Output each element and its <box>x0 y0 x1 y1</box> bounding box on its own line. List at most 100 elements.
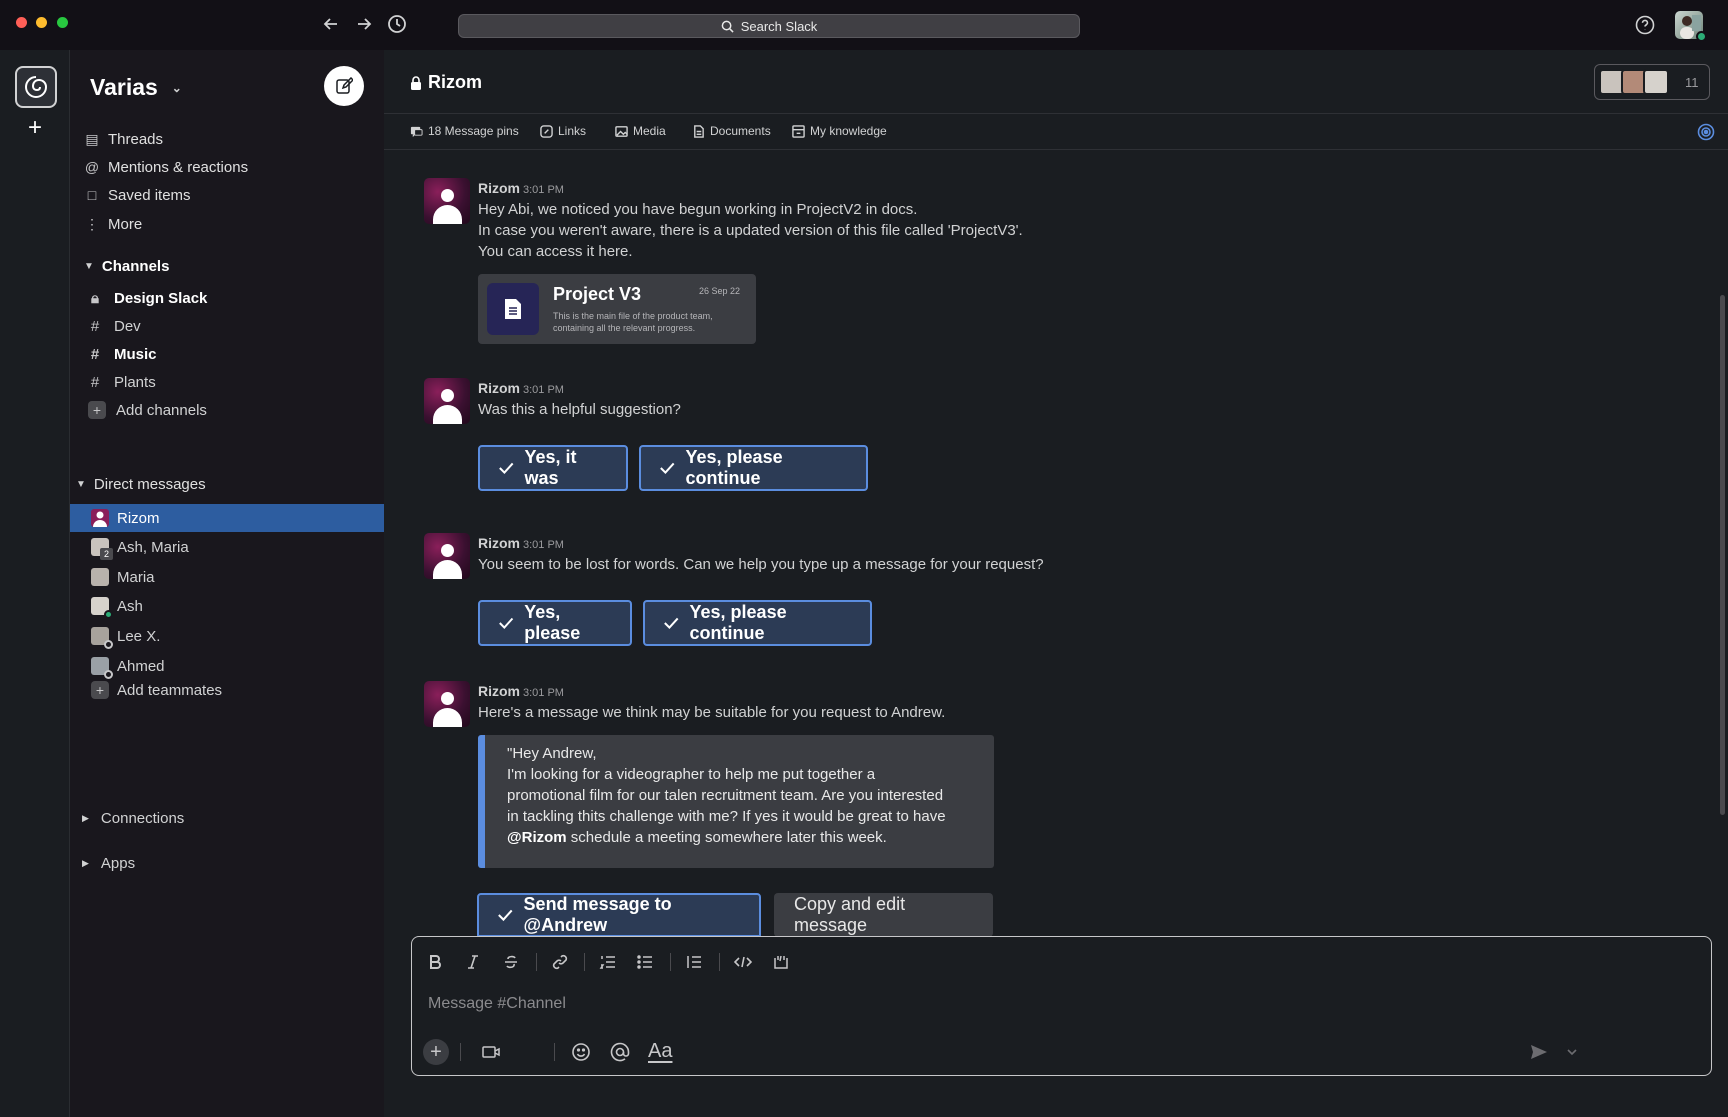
channels-section-toggle[interactable]: ▼ Channels <box>84 258 169 275</box>
tab-documents[interactable]: Documents <box>692 124 771 138</box>
chevron-down-icon: ⌄ <box>171 80 182 95</box>
scrollbar[interactable] <box>1720 295 1725 815</box>
dm-section-toggle[interactable]: ▼ Direct messages <box>76 476 206 493</box>
dm-item-lee[interactable]: Lee X. <box>70 622 384 650</box>
tab-my-knowledge[interactable]: My knowledge <box>792 124 887 138</box>
message-input[interactable]: Message #Channel <box>428 995 566 1013</box>
message-timestamp[interactable]: 3:01 PM <box>523 184 564 196</box>
suggested-message-quote: "Hey Andrew, I'm looking for a videograp… <box>478 735 994 868</box>
dm-name: Ash, Maria <box>117 538 189 556</box>
workspace-rail: + <box>0 50 70 1117</box>
workspace-switcher-icon[interactable] <box>15 66 57 108</box>
maximize-window-button[interactable] <box>57 17 68 28</box>
sidebar-item-label: Threads <box>108 130 164 148</box>
tab-links[interactable]: Links <box>540 124 586 138</box>
dm-item-maria[interactable]: Maria <box>70 563 384 591</box>
sidebar-item-dev[interactable]: # Dev <box>88 314 141 338</box>
message-author[interactable]: Rizom <box>478 535 520 551</box>
quote-text: "Hey Andrew, I'm looking for a videograp… <box>507 743 946 848</box>
checkmark-icon <box>660 462 675 475</box>
search-bar[interactable]: Search Slack <box>458 14 1080 38</box>
channel-view: Rizom 11 18 Message pins Links Media Doc… <box>384 50 1728 1117</box>
add-channels-button[interactable]: + Add channels <box>88 398 207 422</box>
video-clip-icon[interactable] <box>480 1041 502 1063</box>
strikethrough-icon[interactable] <box>500 951 522 973</box>
caret-down-icon: ▼ <box>84 261 94 272</box>
members-button[interactable]: 11 <box>1594 64 1710 100</box>
emoji-icon[interactable] <box>570 1041 592 1063</box>
sidebar-item-plants[interactable]: # Plants <box>88 370 156 394</box>
file-attachment-card[interactable]: Project V3 26 Sep 22 This is the main fi… <box>478 274 756 344</box>
toolbar-divider <box>460 1043 461 1061</box>
button-label: Yes, please continue <box>685 447 783 488</box>
minimize-window-button[interactable] <box>36 17 47 28</box>
code-icon[interactable] <box>732 951 754 973</box>
message-text: You seem to be lost for words. Can we he… <box>478 556 1044 573</box>
dm-item-ash[interactable]: Ash <box>70 592 384 620</box>
add-attachment-button[interactable]: + <box>423 1039 449 1065</box>
sidebar-item-more[interactable]: ⋮ More <box>84 211 142 237</box>
channel-header: Rizom 11 <box>384 50 1728 114</box>
message-timestamp[interactable]: 3:01 PM <box>523 384 564 396</box>
avatar <box>91 627 113 649</box>
tab-message-pins[interactable]: 18 Message pins <box>410 124 519 138</box>
forward-arrow-icon[interactable] <box>353 13 375 35</box>
avatar <box>91 509 109 527</box>
italic-icon[interactable] <box>462 951 484 973</box>
copy-edit-message-button[interactable]: Copy and edit message <box>774 893 993 937</box>
message-author[interactable]: Rizom <box>478 180 520 196</box>
plus-icon: + <box>91 681 109 699</box>
sidebar-item-mentions[interactable]: @ Mentions & reactions <box>84 154 248 180</box>
close-window-button[interactable] <box>16 17 27 28</box>
message-author[interactable]: Rizom <box>478 683 520 699</box>
bulleted-list-icon[interactable] <box>634 951 656 973</box>
channel-title-button[interactable]: Rizom <box>410 72 482 93</box>
tab-label: My knowledge <box>810 124 887 138</box>
link-icon[interactable] <box>549 951 571 973</box>
yes-it-was-button[interactable]: Yes, it was <box>478 445 628 491</box>
toolbar-divider <box>554 1043 555 1061</box>
send-icon[interactable] <box>1529 1042 1549 1062</box>
mention-link[interactable]: @Rizom <box>507 829 567 846</box>
add-workspace-icon[interactable]: + <box>24 116 46 140</box>
yes-please-continue-button[interactable]: Yes, please continue <box>643 600 872 646</box>
blockquote-icon[interactable] <box>683 951 705 973</box>
send-message-button[interactable]: Send message to @Andrew <box>477 893 761 937</box>
help-icon[interactable] <box>1634 14 1656 36</box>
workspace-name-button[interactable]: Varias ⌄ <box>90 74 182 101</box>
chevron-down-icon[interactable] <box>1565 1045 1579 1059</box>
apps-section-toggle[interactable]: ▶ Apps <box>82 855 135 872</box>
sidebar-item-threads[interactable]: ▤ Threads <box>84 126 163 152</box>
sidebar-item-label: More <box>108 215 143 233</box>
sidebar-item-design-slack[interactable]: 🔒︎ Design Slack <box>88 286 207 310</box>
add-channels-label: Add channels <box>116 401 207 419</box>
back-arrow-icon[interactable] <box>320 13 342 35</box>
message-author[interactable]: Rizom <box>478 380 520 396</box>
dm-item-ash-maria[interactable]: 2 Ash, Maria <box>70 533 384 561</box>
avatar <box>91 657 113 679</box>
compose-button[interactable] <box>324 66 364 106</box>
yes-please-continue-button[interactable]: Yes, please continue <box>639 445 868 491</box>
message-timestamp[interactable]: 3:01 PM <box>523 539 564 551</box>
sidebar-item-saved[interactable]: □ Saved items <box>84 182 191 208</box>
connections-section-toggle[interactable]: ▶ Connections <box>82 810 184 827</box>
bold-icon[interactable] <box>424 951 446 973</box>
text-formatting-toggle[interactable]: Aa <box>648 1040 672 1063</box>
toolbar-divider <box>719 953 720 971</box>
dm-item-rizom[interactable]: Rizom <box>70 504 384 532</box>
tab-media[interactable]: Media <box>615 124 666 138</box>
add-teammates-button[interactable]: + Add teammates <box>91 678 222 702</box>
dm-item-ahmed[interactable]: Ahmed <box>70 652 384 680</box>
bookmark-icon: □ <box>87 187 97 203</box>
ordered-list-icon[interactable] <box>597 951 619 973</box>
sidebar-item-music[interactable]: # Music <box>88 342 157 366</box>
channel-name: Rizom <box>428 72 482 92</box>
member-count: 11 <box>1685 74 1699 90</box>
channel-ai-icon[interactable] <box>1697 123 1715 141</box>
code-block-icon[interactable] <box>770 951 792 973</box>
message-timestamp[interactable]: 3:01 PM <box>523 687 564 699</box>
message-text: You can access it here. <box>478 243 633 260</box>
history-clock-icon[interactable] <box>386 13 408 35</box>
yes-please-button[interactable]: Yes, please <box>478 600 632 646</box>
mention-at-icon[interactable] <box>609 1041 631 1063</box>
